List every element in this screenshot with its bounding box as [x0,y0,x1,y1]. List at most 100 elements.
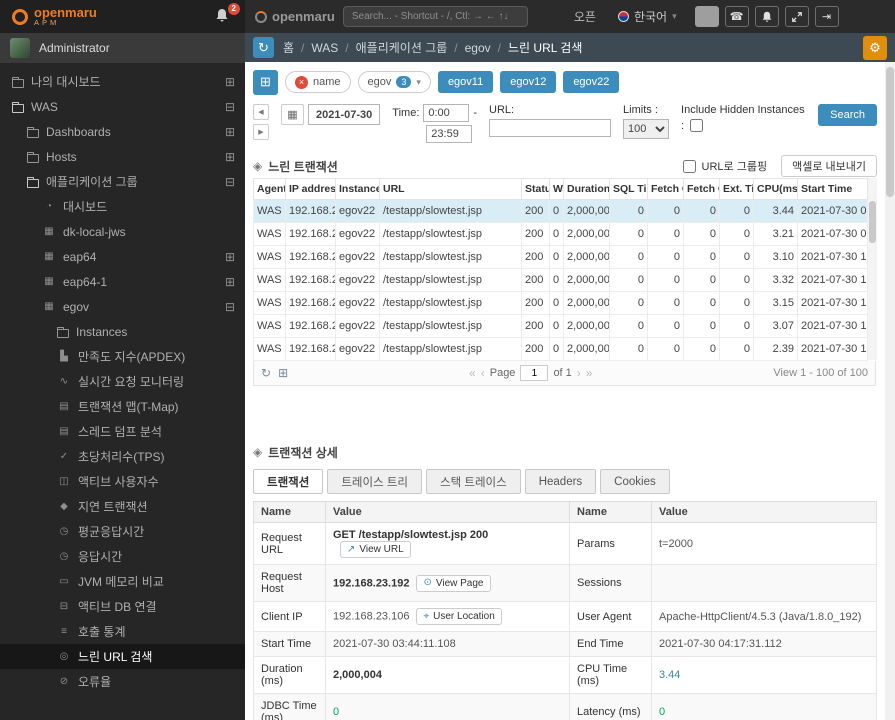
table-row-5[interactable]: WAS192.168.2:egov22/testapp/slowtest.jsp… [253,314,868,338]
limits-select[interactable]: 100 [623,119,670,139]
layout-grid-button[interactable]: ⊞ [253,69,278,95]
calendar-button[interactable]: ▦ [281,104,304,125]
sidebar-item-eap64[interactable]: ▦ eap64 ⊞ [0,244,245,269]
sidebar-item-error-rate[interactable]: ⊘ 오류율 [0,669,245,694]
collapse-minus-icon[interactable]: ⊟ [225,175,235,189]
column-header-status[interactable]: Statu [521,178,550,200]
collapse-minus-icon[interactable]: ⊟ [225,100,235,114]
remove-filter-icon[interactable]: × [295,75,308,89]
next-day-button[interactable]: ▶ [253,124,269,140]
breadcrumb-item[interactable]: WAS [311,41,338,55]
first-page-icon[interactable]: « [469,366,476,380]
column-header-sql[interactable]: SQL Time [609,178,648,200]
column-header-agent[interactable]: Agent [253,178,286,200]
table-scrollbar-thumb[interactable] [869,201,876,243]
export-excel-button[interactable]: 액셀로 내보내기 [781,155,877,177]
column-header-cpu[interactable]: CPU(ms) [753,178,798,200]
expand-plus-icon[interactable]: ⊞ [225,250,235,264]
user-menu-label[interactable]: 오픈 [574,8,596,25]
column-header-duration[interactable]: Duration( [563,178,610,200]
group-chip-egov[interactable]: egov 3 ▾ [357,71,431,93]
sidebar-item-realtime-monitor[interactable]: ∿ 실시간 요청 모니터링 [0,369,245,394]
table-row-4[interactable]: WAS192.168.2:egov22/testapp/slowtest.jsp… [253,291,868,315]
instance-button-egov11[interactable]: egov11 [437,71,494,93]
sidebar-item-was[interactable]: WAS ⊟ [0,94,245,119]
sidebar-item-eap64-1[interactable]: ▦ eap64-1 ⊞ [0,269,245,294]
expand-plus-icon[interactable]: ⊞ [225,275,235,289]
sidebar-item-call-stats[interactable]: ≡ 호출 통계 [0,619,245,644]
sidebar-item-tps[interactable]: ✓ 초당처리수(TPS) [0,444,245,469]
breadcrumb-item[interactable]: 홈 [283,39,294,56]
user-location-button[interactable]: ⌖ User Location [416,608,502,625]
search-button[interactable]: Search [818,104,877,126]
expand-plus-icon[interactable]: ⊞ [225,75,235,89]
tab-headers[interactable]: Headers [524,469,597,494]
sidebar-item-response-time[interactable]: ◷ 응답시간 [0,544,245,569]
column-header-fetch_c[interactable]: Fetch C [683,178,720,200]
instance-button-egov12[interactable]: egov12 [500,71,557,93]
tab-stack-trace[interactable]: 스택 트레이스 [426,469,521,494]
sidebar-item-jvm-memory[interactable]: ▭ JVM 메모리 비교 [0,569,245,594]
group-by-url-checkbox[interactable] [682,159,696,173]
time-to-input[interactable] [426,125,473,143]
time-from-input[interactable] [423,104,470,122]
notifications-bell-icon[interactable]: 2 [215,2,240,26]
include-hidden-checkbox[interactable] [690,119,704,132]
fullscreen-button[interactable] [784,6,809,27]
expand-plus-icon[interactable]: ⊞ [225,125,235,139]
sidebar-item-dashboard[interactable]: ◔ 대시보드 [0,194,245,219]
sidebar-item-dk-local-jws[interactable]: ▦ dk-local-jws [0,219,245,244]
breadcrumb-item[interactable]: 애플리케이션 그룹 [356,39,448,56]
sidebar-item-instances[interactable]: Instances [0,319,245,344]
date-value[interactable]: 2021-07-30 [308,104,381,125]
global-search-input[interactable] [342,6,528,27]
logout-button[interactable]: ⇥ [814,6,839,27]
table-scrollbar[interactable] [868,178,877,360]
collapse-minus-icon[interactable]: ⊟ [225,300,235,314]
refresh-icon[interactable]: ↻ [261,366,271,380]
sidebar-item-dashboards[interactable]: Dashboards ⊞ [0,119,245,144]
user-panel[interactable]: Administrator [0,33,245,63]
column-header-start[interactable]: Start Time [797,178,868,200]
page-input[interactable] [520,365,549,381]
table-row-3[interactable]: WAS192.168.2:egov22/testapp/slowtest.jsp… [253,268,868,292]
prev-page-icon[interactable]: ‹ [481,366,485,380]
instance-button-egov22[interactable]: egov22 [563,71,620,93]
breadcrumb-item[interactable]: 느린 URL 검색 [508,39,582,56]
column-header-url[interactable]: URL [379,178,522,200]
settings-button[interactable]: ⚙ [863,35,887,60]
sidebar-item-app-group[interactable]: 애플리케이션 그룹 ⊟ [0,169,245,194]
sidebar-item-apdex[interactable]: ▙ 만족도 지수(APDEX) [0,344,245,369]
refresh-button[interactable]: ↻ [253,37,274,58]
table-row-6[interactable]: WAS192.168.2:egov22/testapp/slowtest.jsp… [253,337,868,361]
sidebar-item-hosts[interactable]: Hosts ⊞ [0,144,245,169]
language-selector[interactable]: 한국어 ▾ [617,8,677,25]
sidebar-item-active-db[interactable]: ⊟ 액티브 DB 연결 [0,594,245,619]
sidebar-item-slow-url-search[interactable]: ◎ 느린 URL 검색 [0,644,245,669]
tab-cookies[interactable]: Cookies [600,469,670,494]
table-row-0[interactable]: WAS192.168.2:egov22/testapp/slowtest.jsp… [253,199,868,223]
breadcrumb-item[interactable]: egov [465,41,491,55]
column-header-ip[interactable]: IP address [285,178,336,200]
columns-icon[interactable]: ⊞ [278,366,288,380]
sidebar-item-avg-response[interactable]: ◷ 평균응답시간 [0,519,245,544]
sidebar-item-egov[interactable]: ▦ egov ⊟ [0,294,245,319]
column-header-fetch_g[interactable]: Fetch G [647,178,684,200]
table-row-2[interactable]: WAS192.168.2:egov22/testapp/slowtest.jsp… [253,245,868,269]
table-row-1[interactable]: WAS192.168.2:egov22/testapp/slowtest.jsp… [253,222,868,246]
sidebar-item-t-map[interactable]: ▤ 트랜잭션 맵(T-Map) [0,394,245,419]
brand[interactable]: openmaru APM [34,6,97,28]
sidebar-item-active-users[interactable]: ◫ 액티브 사용자수 [0,469,245,494]
tab-transaction[interactable]: 트랜잭션 [253,469,324,494]
filter-chip-name[interactable]: × name [285,71,351,93]
url-input[interactable] [489,119,612,137]
expand-plus-icon[interactable]: ⊞ [225,150,235,164]
prev-day-button[interactable]: ◀ [253,104,269,120]
column-header-ext[interactable]: Ext. Tim [719,178,754,200]
last-page-icon[interactable]: » [586,366,593,380]
sidebar-item-thread-dump[interactable]: ▤ 스레드 덤프 분석 [0,419,245,444]
sidebar-item-delayed-tx[interactable]: ◆ 지연 트랜잭션 [0,494,245,519]
page-scrollbar[interactable] [885,62,895,720]
view-url-button[interactable]: ↗ View URL [340,541,411,558]
tab-trace-tree[interactable]: 트레이스 트리 [327,469,423,494]
